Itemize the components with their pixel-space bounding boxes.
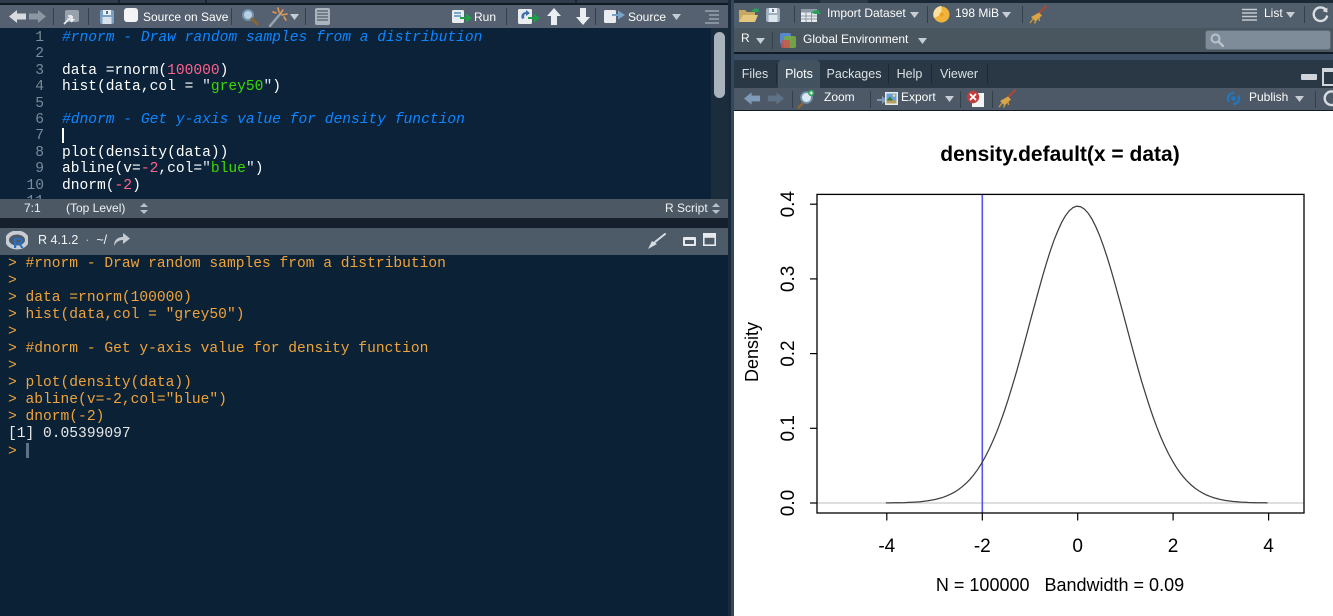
svg-text:2: 2 <box>1168 536 1179 557</box>
svg-text:0.4: 0.4 <box>778 191 799 218</box>
svg-text:0.1: 0.1 <box>778 415 799 441</box>
svg-text:-4: -4 <box>878 536 895 557</box>
svg-text:-2: -2 <box>974 536 991 557</box>
svg-text:0.0: 0.0 <box>778 490 799 516</box>
svg-text:4: 4 <box>1263 536 1274 557</box>
svg-text:density.default(x = data): density.default(x = data) <box>940 143 1179 166</box>
svg-text:0: 0 <box>1072 536 1083 557</box>
svg-text:Density: Density <box>742 322 762 382</box>
svg-text:N = 100000 Bandwidth = 0.09: N = 100000 Bandwidth = 0.09 <box>936 575 1184 595</box>
svg-text:0.3: 0.3 <box>778 266 799 292</box>
svg-text:R: R <box>13 235 24 251</box>
svg-text:0.2: 0.2 <box>778 340 799 366</box>
